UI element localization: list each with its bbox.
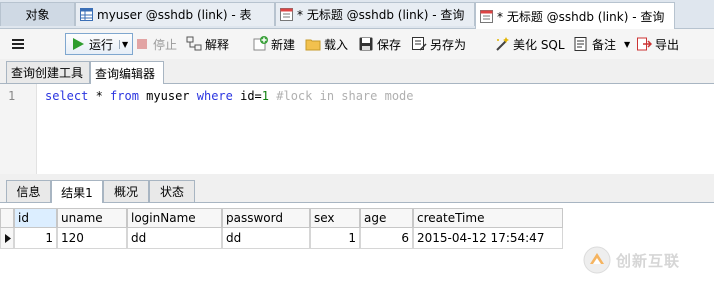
cell-sex[interactable]: 1	[310, 228, 360, 249]
column-header-age[interactable]: age	[360, 208, 413, 228]
tab-label: 对象	[25, 8, 50, 22]
column-header-uname[interactable]: uname	[57, 208, 127, 228]
column-header-label: password	[226, 211, 283, 225]
column-header-sex[interactable]: sex	[310, 208, 360, 228]
new-button[interactable]: 新建	[252, 33, 295, 55]
column-header-label: loginName	[131, 211, 196, 225]
stop-label: 停止	[153, 37, 178, 52]
tab-info[interactable]: 信息	[6, 180, 51, 202]
grid-corner	[0, 208, 14, 228]
run-button[interactable]: 运行 ▼	[65, 33, 134, 55]
query-icon	[280, 8, 293, 21]
tab-result-1[interactable]: 结果1	[51, 180, 103, 203]
folder-icon	[305, 39, 321, 51]
column-header-label: sex	[314, 211, 335, 225]
run-dropdown-arrow[interactable]: ▼	[119, 39, 128, 49]
tab-query-editor[interactable]: 查询编辑器	[90, 61, 164, 84]
tab-profile[interactable]: 概况	[103, 180, 149, 202]
beautify-sql-button[interactable]: 美化 SQL	[494, 33, 565, 55]
watermark-text: 创新互联	[616, 251, 681, 270]
explain-label: 解释	[205, 37, 230, 52]
stop-icon	[137, 39, 147, 49]
tab-label: myuser @sshdb (link) - 表	[97, 8, 252, 22]
table-icon	[80, 8, 93, 21]
menu-button[interactable]	[10, 33, 29, 55]
explain-icon	[186, 36, 202, 51]
run-label: 运行	[89, 37, 114, 52]
line-number: 1	[8, 89, 16, 103]
load-button[interactable]: 载入	[305, 33, 348, 55]
tab-label: 信息	[16, 185, 41, 199]
save-label: 保存	[377, 37, 402, 52]
sql-comment: #lock in share mode	[269, 89, 414, 103]
column-header-password[interactable]: password	[222, 208, 310, 228]
note-dropdown-arrow[interactable]: ▼	[624, 40, 630, 49]
query-icon	[480, 9, 493, 23]
cell-id[interactable]: 1	[14, 228, 57, 249]
export-button[interactable]: 导出	[636, 33, 679, 55]
cell-loginname[interactable]: dd	[127, 228, 222, 249]
tab-label: 结果1	[61, 185, 93, 200]
hamburger-icon	[12, 39, 24, 49]
magic-wand-icon	[496, 37, 509, 51]
note-icon	[574, 37, 587, 51]
result-tabs: 信息 结果1 概况 状态	[0, 176, 714, 203]
tab-label: 状态	[159, 185, 184, 199]
cell-uname[interactable]: 120	[57, 228, 127, 249]
save-icon	[359, 37, 373, 51]
load-label: 载入	[324, 37, 349, 52]
tab-untitled-query-2[interactable]: * 无标题 @sshdb (link) - 查询	[475, 2, 675, 29]
new-label: 新建	[271, 37, 296, 52]
cell-age[interactable]: 6	[360, 228, 413, 249]
sql-token: *	[88, 89, 111, 103]
stop-button[interactable]: 停止	[134, 33, 177, 55]
save-as-label: 另存为	[430, 37, 467, 52]
document-tab-bar: 对象 myuser @sshdb (link) - 表 * 无标题 @sshdb…	[0, 0, 714, 29]
column-header-id[interactable]: id	[14, 208, 57, 228]
note-label: 备注	[592, 37, 617, 52]
logo-icon	[583, 246, 611, 274]
explain-button[interactable]: 解释	[186, 33, 229, 55]
tab-label: * 无标题 @sshdb (link) - 查询	[297, 8, 465, 22]
export-icon	[637, 37, 652, 51]
current-row-arrow-icon	[5, 234, 11, 243]
tab-label: 查询创建工具	[11, 66, 84, 80]
play-icon	[73, 38, 84, 50]
column-header-label: age	[364, 211, 387, 225]
tab-label: 概况	[113, 185, 138, 199]
cell-createtime[interactable]: 2015-04-12 17:54:47	[413, 228, 563, 249]
sql-token: id=	[232, 89, 262, 103]
save-button[interactable]: 保存	[358, 33, 401, 55]
row-selector[interactable]	[0, 228, 14, 249]
column-header-label: uname	[61, 211, 103, 225]
cell-password[interactable]: dd	[222, 228, 310, 249]
sql-keyword: from	[110, 89, 139, 103]
beautify-sql-label: 美化 SQL	[513, 37, 565, 52]
tab-objects[interactable]: 对象	[0, 2, 75, 26]
tab-label: 查询编辑器	[95, 66, 156, 81]
save-as-icon	[412, 37, 427, 51]
sql-number: 1	[261, 89, 270, 103]
editor-mode-tabs: 查询创建工具 查询编辑器	[0, 59, 714, 84]
sql-token: myuser	[138, 89, 197, 103]
tab-query-builder[interactable]: 查询创建工具	[6, 61, 90, 83]
line-number-gutter	[0, 84, 37, 174]
tab-status[interactable]: 状态	[149, 180, 195, 202]
new-query-icon	[253, 36, 268, 51]
tab-label: * 无标题 @sshdb (link) - 查询	[497, 9, 665, 24]
column-header-label: id	[18, 211, 29, 225]
watermark: 创新互联	[582, 246, 680, 274]
sql-keyword: where	[196, 89, 233, 103]
query-toolbar: 运行 ▼ 停止 解释 新建 载入 保存 另存为 美化 SQL 备注 ▼ 导出	[0, 29, 714, 59]
sql-text[interactable]: select * from myuser where id=1 #lock in…	[45, 89, 414, 103]
tab-untitled-query-1[interactable]: * 无标题 @sshdb (link) - 查询	[275, 2, 475, 26]
export-label: 导出	[655, 37, 680, 52]
column-header-label: createTime	[417, 211, 485, 225]
column-header-createtime[interactable]: createTime	[413, 208, 563, 228]
note-button[interactable]: 备注 ▼	[573, 33, 630, 55]
column-header-loginname[interactable]: loginName	[127, 208, 222, 228]
save-as-button[interactable]: 另存为	[411, 33, 466, 55]
tab-myuser-table[interactable]: myuser @sshdb (link) - 表	[75, 2, 275, 26]
sql-keyword: select	[45, 89, 89, 103]
